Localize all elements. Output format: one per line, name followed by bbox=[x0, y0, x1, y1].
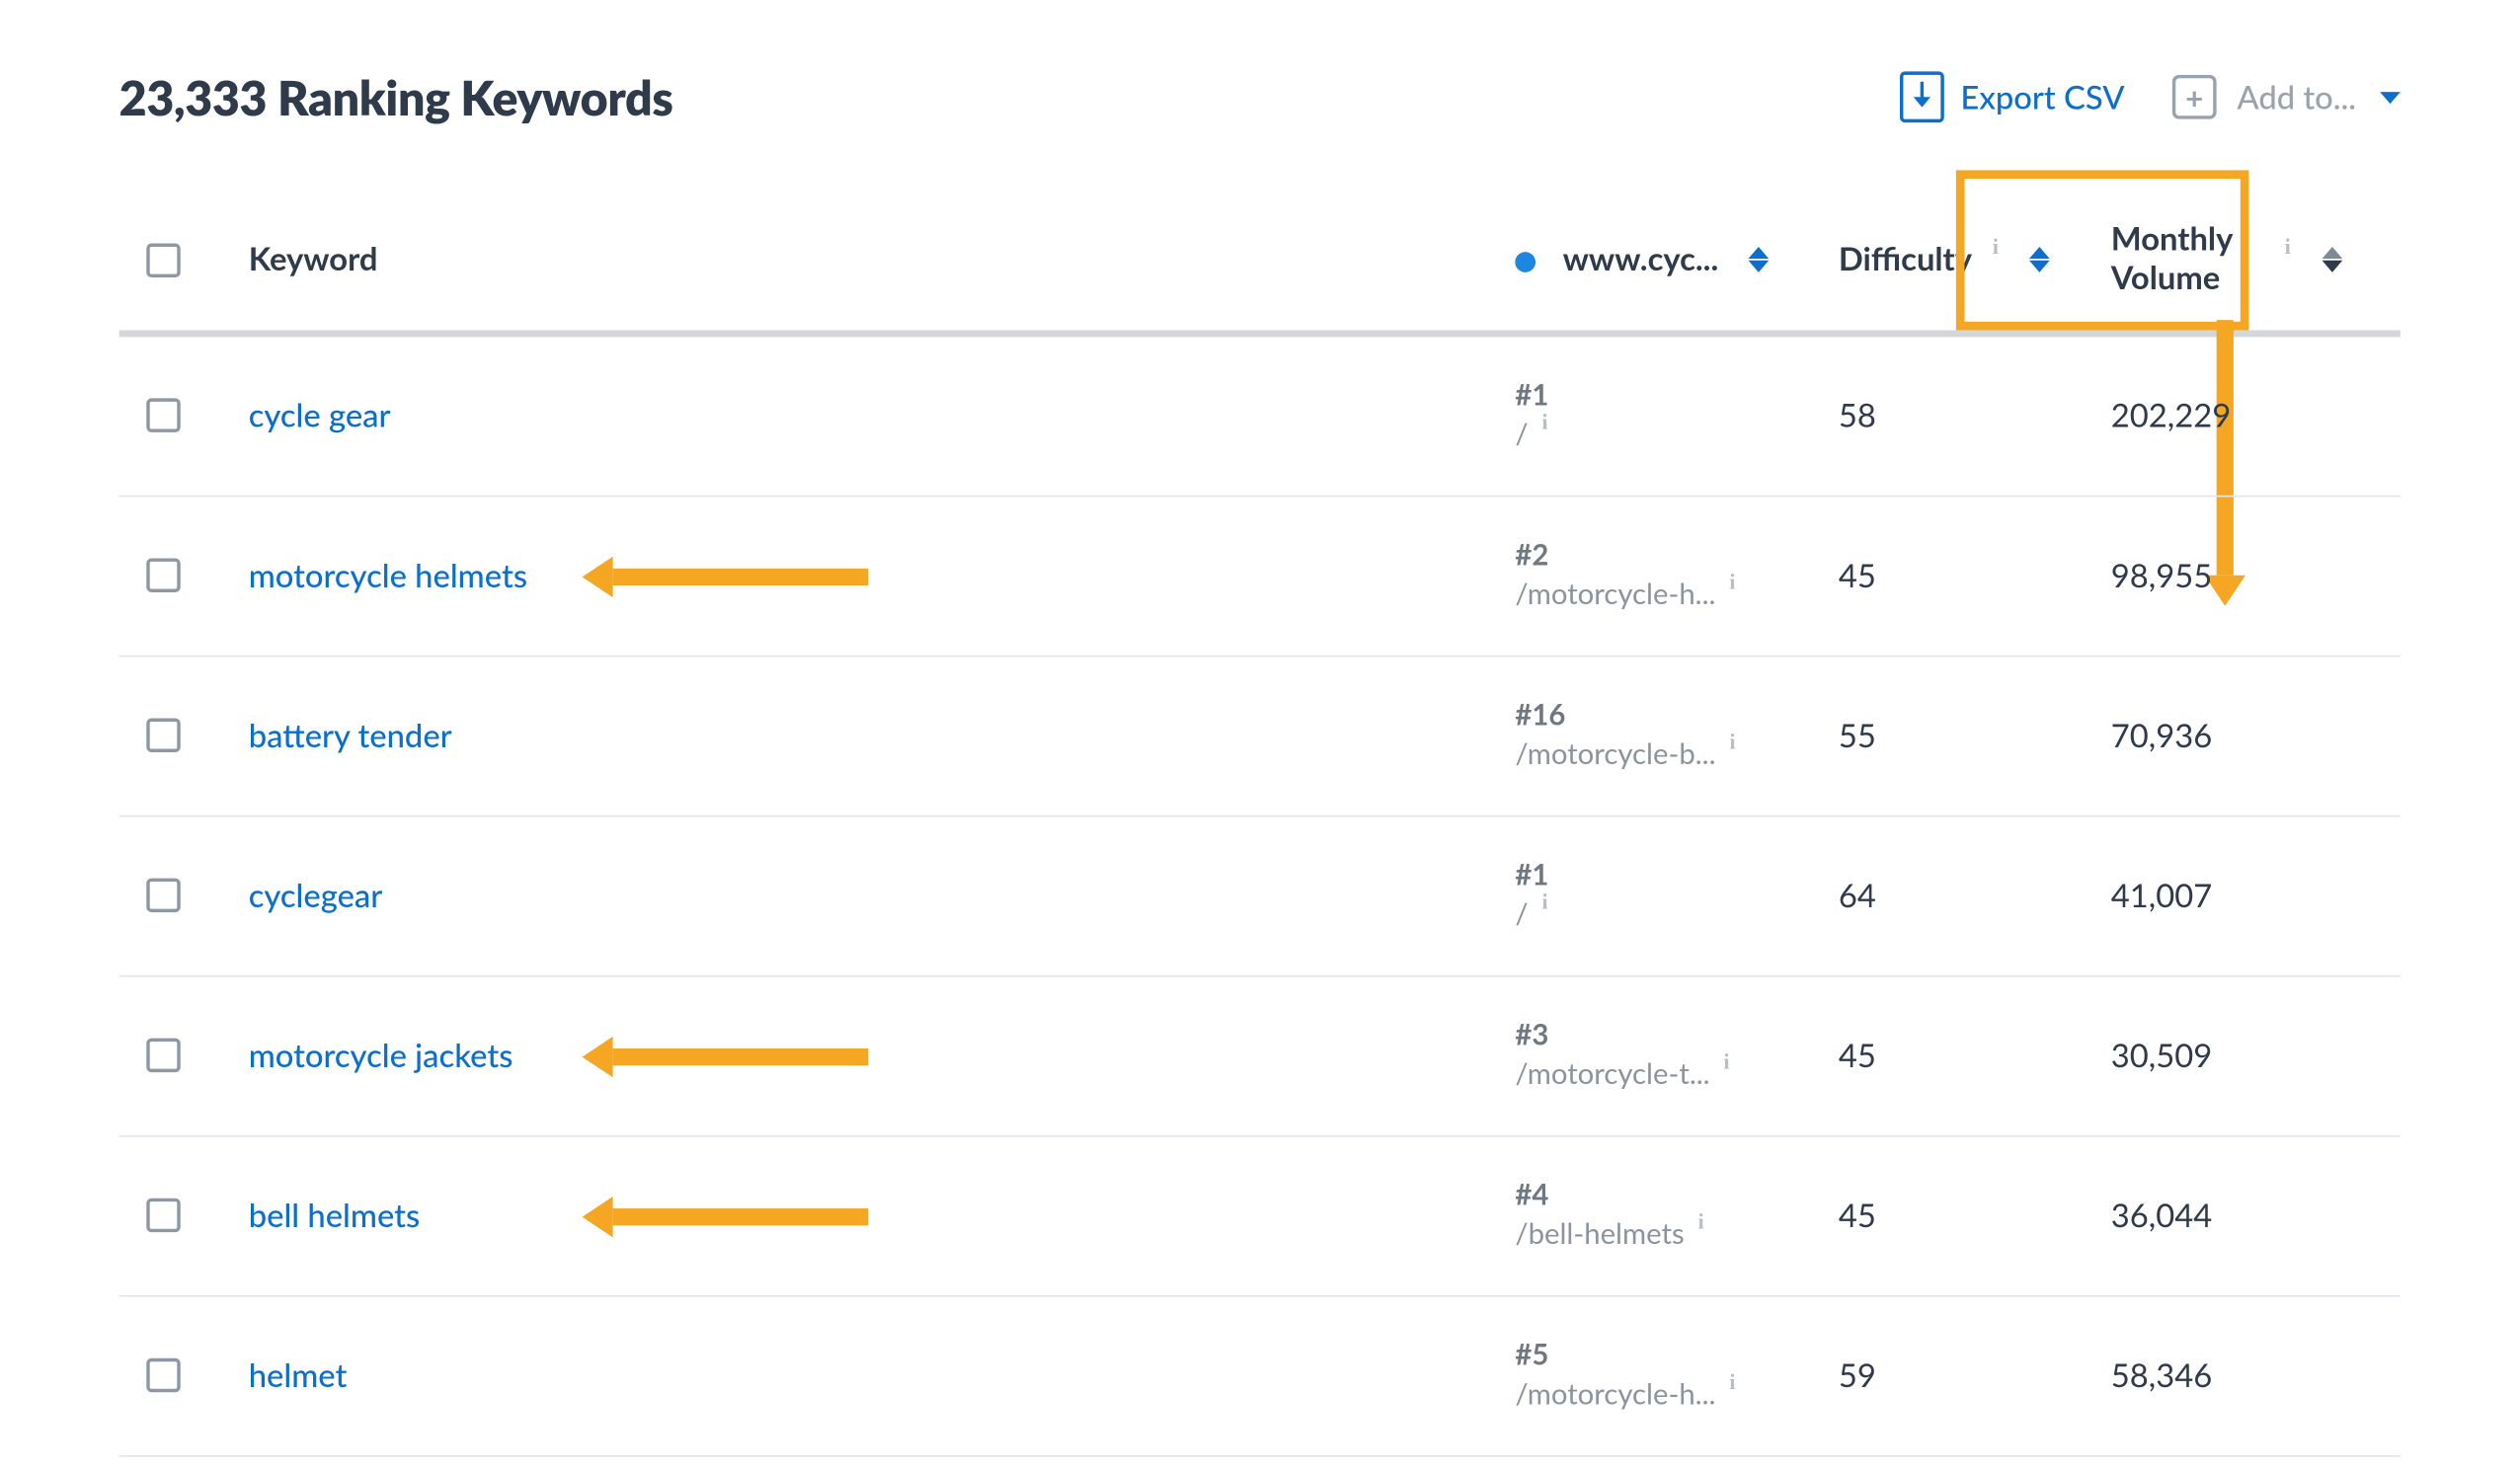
monthly-volume-value: 58,346 bbox=[2111, 1355, 2401, 1395]
site-rank-cell: #5/motorcycle-h... i bbox=[1516, 1337, 1840, 1415]
column-header-monthly-volume[interactable]: Monthly Volume i bbox=[2111, 221, 2401, 299]
site-rank-cell: #1/ i bbox=[1516, 376, 1840, 454]
rank-value: #5 bbox=[1516, 1337, 1840, 1376]
info-icon: i bbox=[2285, 233, 2291, 261]
rank-value: #16 bbox=[1516, 696, 1840, 736]
sort-icon bbox=[1750, 247, 1771, 272]
keyword-link[interactable]: motorcycle helmets bbox=[249, 556, 1516, 595]
site-rank-cell: #3/motorcycle-t... i bbox=[1516, 1016, 1840, 1094]
annotation-arrow-left bbox=[613, 568, 869, 584]
row-checkbox[interactable] bbox=[146, 719, 180, 752]
column-header-keyword-label: Keyword bbox=[249, 241, 378, 280]
panel-header: 23,333 Ranking Keywords Export CSV + Add… bbox=[119, 68, 2401, 126]
monthly-volume-value: 98,955 bbox=[2111, 556, 2401, 595]
keyword-link[interactable]: motorcycle jackets bbox=[249, 1036, 1516, 1075]
row-checkbox[interactable] bbox=[146, 1039, 180, 1072]
difficulty-value: 64 bbox=[1839, 876, 2111, 915]
row-checkbox[interactable] bbox=[146, 399, 180, 432]
url-path: /motorcycle-t... bbox=[1516, 1055, 1710, 1095]
monthly-volume-value: 70,936 bbox=[2111, 716, 2401, 755]
add-to-button[interactable]: + Add to... bbox=[2172, 75, 2401, 119]
annotation-arrow-left bbox=[613, 1047, 869, 1064]
info-icon: i bbox=[1542, 887, 1548, 916]
keyword-ranking-panel: 23,333 Ranking Keywords Export CSV + Add… bbox=[0, 0, 2520, 1456]
url-path: / bbox=[1516, 416, 1529, 455]
select-all-checkbox[interactable] bbox=[146, 243, 180, 276]
column-header-volume-label: Monthly Volume bbox=[2111, 221, 2264, 299]
site-rank-cell: #4/bell-helmets i bbox=[1516, 1177, 1840, 1255]
keyword-link[interactable]: battery tender bbox=[249, 716, 1516, 755]
header-actions: Export CSV + Add to... bbox=[1900, 71, 2401, 122]
info-icon: i bbox=[1993, 233, 1999, 261]
site-rank-cell: #2/motorcycle-h... i bbox=[1516, 536, 1840, 614]
table-row: cycle gear#1/ i 58202,229 bbox=[119, 337, 2401, 497]
keyword-link[interactable]: helmet bbox=[249, 1355, 1516, 1395]
difficulty-value: 45 bbox=[1839, 556, 2111, 595]
table-row: helmet#5/motorcycle-h... i 5958,346 bbox=[119, 1296, 2401, 1456]
site-rank-cell: #1/ i bbox=[1516, 856, 1840, 934]
difficulty-value: 59 bbox=[1839, 1355, 2111, 1395]
column-header-site-label: www.cyc... bbox=[1563, 241, 1719, 280]
difficulty-value: 45 bbox=[1839, 1036, 2111, 1075]
site-rank-cell: #16/motorcycle-b... i bbox=[1516, 696, 1840, 774]
site-indicator-icon bbox=[1516, 252, 1536, 272]
url-path: /motorcycle-h... bbox=[1516, 576, 1716, 615]
url-path: /motorcycle-b... bbox=[1516, 736, 1716, 775]
monthly-volume-value: 41,007 bbox=[2111, 876, 2401, 915]
table-row: bell helmets#4/bell-helmets i 4536,044 bbox=[119, 1136, 2401, 1296]
export-csv-label: Export CSV bbox=[1961, 77, 2125, 116]
monthly-volume-value: 30,509 bbox=[2111, 1036, 2401, 1075]
difficulty-value: 45 bbox=[1839, 1196, 2111, 1235]
url-path: /bell-helmets bbox=[1516, 1215, 1685, 1255]
page-title: 23,333 Ranking Keywords bbox=[119, 68, 673, 126]
rank-value: #2 bbox=[1516, 536, 1840, 576]
info-icon: i bbox=[1729, 567, 1735, 596]
keyword-link[interactable]: cycle gear bbox=[249, 396, 1516, 435]
download-icon bbox=[1900, 71, 1944, 122]
column-header-difficulty-label: Difficulty bbox=[1839, 241, 1972, 280]
rank-value: #3 bbox=[1516, 1016, 1840, 1055]
plus-icon: + bbox=[2172, 75, 2217, 119]
rank-value: #4 bbox=[1516, 1177, 1840, 1216]
difficulty-value: 58 bbox=[1839, 396, 2111, 435]
keyword-link[interactable]: cyclegear bbox=[249, 876, 1516, 915]
table-row: battery tender#16/motorcycle-b... i 5570,9… bbox=[119, 657, 2401, 816]
chevron-down-icon bbox=[2380, 91, 2401, 103]
column-header-site[interactable]: www.cyc... bbox=[1516, 241, 1840, 280]
table-row: cyclegear#1/ i 6441,007 bbox=[119, 816, 2401, 976]
info-icon: i bbox=[1698, 1206, 1704, 1236]
row-checkbox[interactable] bbox=[146, 559, 180, 592]
url-path: / bbox=[1516, 895, 1529, 935]
difficulty-value: 55 bbox=[1839, 716, 2111, 755]
table-body: cycle gear#1/i58202,229motorcycle helmet… bbox=[119, 337, 2401, 1456]
monthly-volume-value: 202,229 bbox=[2111, 396, 2401, 435]
keyword-link[interactable]: bell helmets bbox=[249, 1196, 1516, 1235]
row-checkbox[interactable] bbox=[146, 879, 180, 912]
info-icon: i bbox=[1724, 1046, 1730, 1076]
export-csv-button[interactable]: Export CSV bbox=[1900, 71, 2125, 122]
monthly-volume-value: 36,044 bbox=[2111, 1196, 2401, 1235]
url-path: /motorcycle-h... bbox=[1516, 1375, 1716, 1415]
column-header-keyword[interactable]: Keyword bbox=[249, 241, 1516, 280]
info-icon: i bbox=[1730, 727, 1736, 756]
rank-value: #1 bbox=[1516, 856, 1840, 895]
info-icon: i bbox=[1542, 407, 1548, 436]
row-checkbox[interactable] bbox=[146, 1358, 180, 1392]
annotation-arrow-left bbox=[613, 1207, 869, 1224]
info-icon: i bbox=[1729, 1366, 1735, 1396]
table-row: motorcycle jackets#3/motorcycle-t... i 453… bbox=[119, 976, 2401, 1136]
add-to-label: Add to... bbox=[2238, 77, 2357, 116]
table-row: motorcycle helmets#2/motorcycle-h... i 459… bbox=[119, 497, 2401, 657]
sort-desc-icon bbox=[2322, 247, 2342, 272]
rank-value: #1 bbox=[1516, 376, 1840, 416]
table-header-row: Keyword www.cyc... Difficulty i Monthly … bbox=[119, 204, 2401, 337]
row-checkbox[interactable] bbox=[146, 1199, 180, 1232]
column-header-difficulty[interactable]: Difficulty i bbox=[1839, 241, 2111, 280]
sort-icon bbox=[2029, 247, 2050, 272]
